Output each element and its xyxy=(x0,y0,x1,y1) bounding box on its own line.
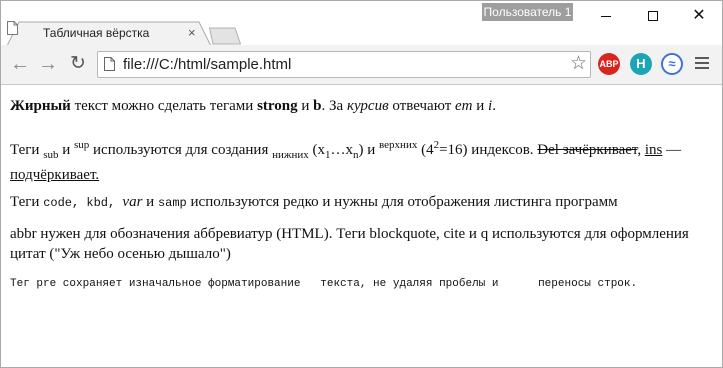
text: , xyxy=(637,142,645,158)
text: и xyxy=(297,98,314,114)
sup-text: sup xyxy=(74,139,90,151)
close-window-button[interactable]: ✕ xyxy=(676,3,722,29)
text: отвечают xyxy=(388,98,456,114)
url-text[interactable]: file:///C:/html/sample.html xyxy=(123,56,291,73)
paragraph-code: Теги code, kbd, var и samp используются … xyxy=(10,192,618,213)
menu-line-icon xyxy=(695,57,709,59)
text: текст можно сделать тегами xyxy=(70,98,258,114)
address-bar[interactable]: file:///C:/html/sample.html ☆ xyxy=(97,51,591,78)
minimize-icon xyxy=(601,16,611,17)
italic-text: курсив xyxy=(346,98,389,114)
sub-text: нижних xyxy=(272,149,309,161)
text: =16) индексов. xyxy=(439,142,538,158)
samp-text: samp xyxy=(157,196,187,210)
strong-text: strong xyxy=(257,98,298,114)
h-extension-button[interactable]: H xyxy=(630,53,652,75)
underline-text: подчёркивает. xyxy=(10,167,100,183)
ins-text: ins xyxy=(644,142,663,158)
tab-close-icon[interactable]: × xyxy=(188,25,196,40)
text: и xyxy=(142,194,158,210)
tab-active[interactable]: Табличная вёрстка × xyxy=(7,21,211,46)
paragraph-sub-sup: Теги sub и sup используются для создания… xyxy=(10,135,715,185)
sup-text: верхних xyxy=(379,139,418,151)
paragraph-abbr-quote: abbr нужен для обозначения аббревиатур (… xyxy=(10,226,689,262)
text: (4 xyxy=(417,142,434,158)
b-text: b xyxy=(313,98,322,114)
sync-icon: ≈ xyxy=(668,56,676,71)
menu-line-icon xyxy=(695,67,709,69)
del-text: Del зачёркивает xyxy=(537,142,638,158)
text: (x xyxy=(308,142,326,158)
text: ) и xyxy=(358,142,380,158)
text: Теги xyxy=(10,142,44,158)
text: и xyxy=(472,98,489,114)
back-button[interactable]: ← xyxy=(9,53,31,75)
title-bar: Пользователь 1 ✕ Табличная вёрстка × xyxy=(1,1,722,46)
text: , xyxy=(108,196,123,210)
minimize-button[interactable] xyxy=(583,3,629,29)
arrow-left-icon: ← xyxy=(10,53,30,75)
text: , xyxy=(72,196,87,210)
arrow-right-icon: → xyxy=(38,53,58,75)
text: Теги xyxy=(10,194,44,210)
sync-extension-button[interactable]: ≈ xyxy=(661,53,683,75)
text: . За xyxy=(321,98,347,114)
browser-menu-button[interactable] xyxy=(695,57,709,71)
kbd-text: kbd xyxy=(86,196,109,210)
text: …x xyxy=(330,142,354,158)
menu-line-icon xyxy=(695,62,709,64)
var-text: var xyxy=(122,194,143,210)
page-icon xyxy=(7,21,18,35)
text: используются для создания xyxy=(89,142,273,158)
em-text: em xyxy=(455,98,473,114)
text: используются редко и нужны для отображен… xyxy=(186,194,618,210)
maximize-icon xyxy=(648,11,658,21)
maximize-button[interactable] xyxy=(630,3,676,29)
preformatted-text: Тег pre сохраняет изначальное форматиров… xyxy=(10,278,638,290)
adblock-extension-button[interactable]: ABP xyxy=(598,53,620,75)
reload-button[interactable]: ↻ xyxy=(67,53,89,75)
sub-text: sub xyxy=(43,149,59,161)
new-tab-button[interactable] xyxy=(209,27,241,45)
close-icon: ✕ xyxy=(692,7,706,24)
reload-icon: ↻ xyxy=(70,53,86,74)
page-viewport: Жирный текст можно сделать тегами strong… xyxy=(1,86,722,367)
code-text: code xyxy=(43,196,72,210)
toolbar: ← → ↻ file:///C:/html/sample.html ☆ ABP … xyxy=(1,45,722,85)
bookmark-star-icon[interactable]: ☆ xyxy=(570,53,587,75)
profile-button[interactable]: Пользователь 1 xyxy=(482,3,573,21)
file-icon xyxy=(104,57,115,71)
forward-button[interactable]: → xyxy=(37,53,59,75)
paragraph-bold-italic: Жирный текст можно сделать тегами strong… xyxy=(10,96,496,116)
text: . xyxy=(492,98,496,114)
browser-window: Пользователь 1 ✕ Табличная вёрстка × ← →… xyxy=(0,0,723,368)
tab-title: Табличная вёрстка xyxy=(43,26,150,40)
text: — xyxy=(662,142,682,158)
bold-text: Жирный xyxy=(10,98,71,114)
text: и xyxy=(58,142,74,158)
